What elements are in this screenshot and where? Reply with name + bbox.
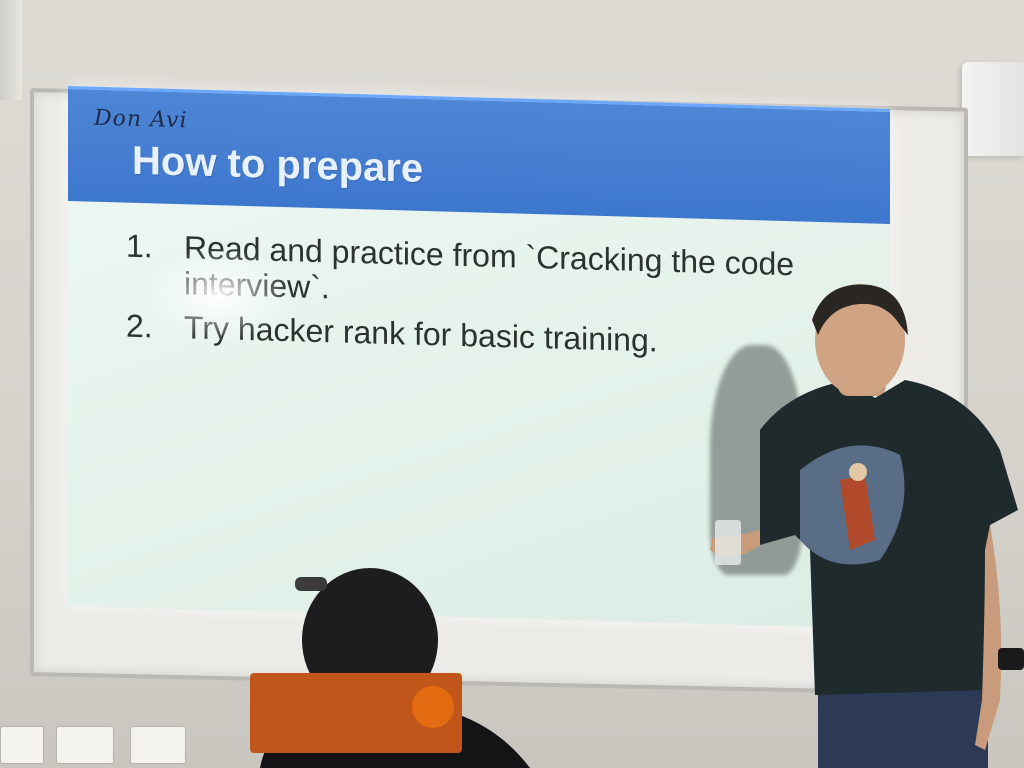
presenter-jeans [818,690,988,768]
laptop-sticker [412,686,454,728]
wall-speaker-left [0,0,22,100]
wristwatch [998,648,1024,670]
slide-header: Don Avi How to prepare [68,86,890,224]
sunglasses-icon [295,577,327,591]
projector-glare [148,250,288,340]
light-switch [56,726,114,764]
handwritten-note: Don Avi [94,105,188,134]
slide-title: How to prepare [132,138,424,191]
wall-speaker [962,62,1024,156]
light-switch [130,726,186,764]
presenter [710,284,1024,768]
plastic-cup [715,520,741,565]
wall-socket [0,726,44,764]
